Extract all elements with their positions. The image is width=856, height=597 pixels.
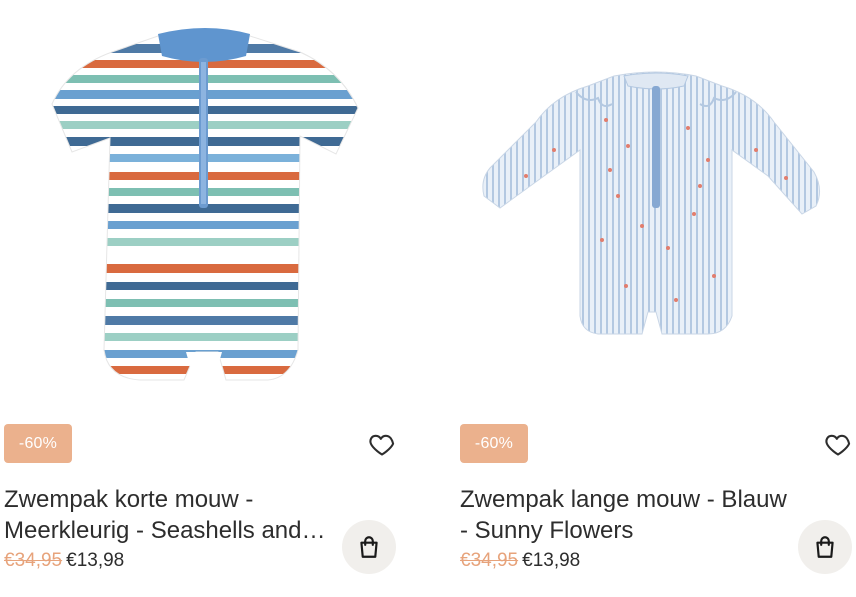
price-row: €34,95 €13,98 — [4, 549, 124, 573]
sale-price: €13,98 — [522, 550, 581, 571]
discount-badge: -60% — [4, 424, 72, 463]
sale-price: €13,98 — [66, 550, 125, 571]
heart-icon[interactable] — [824, 430, 852, 458]
striped-short-sleeve-swimsuit-image — [51, 28, 359, 381]
discount-badge: -60% — [460, 424, 528, 463]
price-row: €34,95 €13,98 — [460, 549, 580, 573]
old-price: €34,95 — [4, 550, 63, 571]
old-price: €34,95 — [460, 550, 519, 571]
shopping-bag-icon — [360, 536, 378, 558]
add-to-cart-button[interactable] — [342, 520, 396, 574]
heart-icon-svg — [369, 434, 395, 456]
product-grid: -60% Zwempak korte mouw - Meerkleurig - … — [0, 0, 856, 597]
add-to-cart-button[interactable] — [798, 520, 852, 574]
product-image[interactable] — [0, 0, 400, 410]
shopping-bag-icon — [816, 536, 834, 558]
blue-long-sleeve-swimsuit-image — [482, 71, 820, 335]
product-title[interactable]: Zwempak korte mouw - Meerkleurig - Seash… — [4, 484, 334, 546]
product-title[interactable]: Zwempak lange mouw - Blauw - Sunny Flowe… — [460, 484, 790, 546]
product-image[interactable] — [456, 0, 856, 410]
product-card[interactable]: -60% Zwempak korte mouw - Meerkleurig - … — [0, 0, 400, 597]
heart-icon-svg — [825, 434, 851, 456]
heart-icon[interactable] — [368, 430, 396, 458]
product-card[interactable]: -60% Zwempak lange mouw - Blauw - Sunny … — [456, 0, 856, 597]
